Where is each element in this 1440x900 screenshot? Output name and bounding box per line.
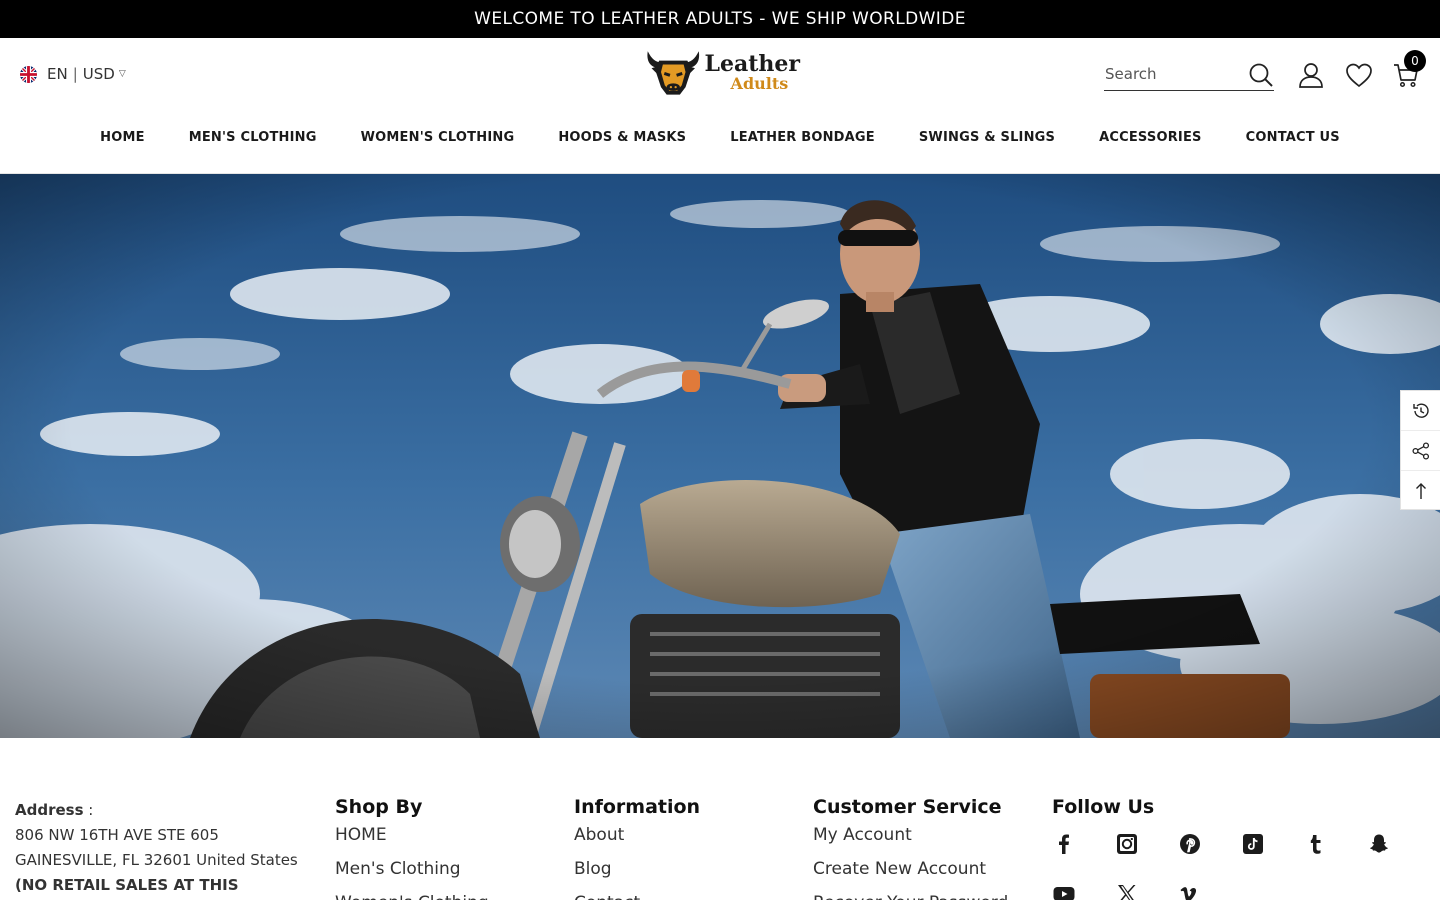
announcement-bar: WELCOME TO LEATHER ADULTS - WE SHIP WORL… [0,0,1440,38]
cart-count-badge: 0 [1404,50,1426,72]
address-label: Address [15,801,84,819]
language-label[interactable]: EN [47,65,68,83]
vimeo-icon[interactable] [1178,882,1202,900]
footer-shop-by: Shop By HOME Men's Clothing Women's Clot… [335,796,489,900]
nav-leather-bondage[interactable]: LEATHER BONDAGE [730,130,875,145]
bull-logo-icon [647,51,700,95]
instagram-icon[interactable] [1115,832,1139,856]
uk-flag-icon [20,65,37,83]
share-icon [1412,441,1430,460]
site-logo[interactable]: Leather Adults [644,43,800,101]
nav-swings-slings[interactable]: SWINGS & SLINGS [919,130,1055,145]
locale-separator: | [72,65,78,83]
snapchat-icon[interactable] [1367,832,1391,856]
footer-follow-us-title: Follow Us [1052,796,1155,818]
footer-follow-us: Follow Us [1052,796,1154,824]
back-to-top-icon [1416,483,1426,499]
facebook-icon[interactable] [1052,832,1076,856]
recently-viewed-icon [1413,403,1429,418]
footer-link-contact[interactable]: Contact [574,892,700,900]
recently-viewed-button[interactable] [1401,391,1440,431]
footer-shop-by-title: Shop By [335,796,423,818]
account-icon[interactable] [1297,61,1325,89]
nav-contact-us[interactable]: CONTACT US [1246,130,1340,145]
nav-accessories[interactable]: ACCESSORIES [1099,130,1202,145]
tumblr-icon[interactable] [1304,832,1328,856]
main-navigation: HOME MEN'S CLOTHING WOMEN'S CLOTHING HOO… [0,130,1440,145]
footer-link-mens-clothing[interactable]: Men's Clothing [335,858,489,892]
share-button[interactable] [1401,431,1440,471]
floating-toolbar [1400,390,1440,510]
locale-selector[interactable]: EN | USD ▽ [20,65,126,83]
footer-customer-service-title: Customer Service [813,796,1002,818]
back-to-top-button[interactable] [1401,471,1440,511]
footer-information: Information About Blog Contact [574,796,700,900]
pinterest-icon[interactable] [1178,832,1202,856]
announcement-text: WELCOME TO LEATHER ADULTS - WE SHIP WORL… [474,9,966,29]
address-colon: : [83,801,94,819]
footer-link-about[interactable]: About [574,824,700,858]
footer-link-womens-clothing[interactable]: Women's Clothing [335,892,489,900]
logo-line-1: Leather [704,50,800,77]
footer-customer-service: Customer Service My Account Create New A… [813,796,1008,900]
nav-home[interactable]: HOME [100,130,145,145]
hero-banner-image[interactable] [0,174,1440,738]
address-line-2: GAINESVILLE, FL 32601 United States [15,851,298,869]
address-line-3: (NO RETAIL SALES AT THIS [15,876,239,894]
tiktok-icon[interactable] [1241,832,1265,856]
footer-link-create-account[interactable]: Create New Account [813,858,1008,892]
site-footer: Address : 806 NW 16TH AVE STE 605 GAINES… [0,738,1440,900]
nav-hoods-masks[interactable]: HOODS & MASKS [558,130,686,145]
currency-label[interactable]: USD [83,65,115,83]
search-icon[interactable] [1248,62,1274,88]
nav-mens-clothing[interactable]: MEN'S CLOTHING [189,130,317,145]
hero-illustration [0,174,1440,738]
search-box [1104,60,1274,91]
footer-information-title: Information [574,796,701,818]
nav-womens-clothing[interactable]: WOMEN'S CLOTHING [361,130,515,145]
footer-link-home[interactable]: HOME [335,824,489,858]
wishlist-heart-icon[interactable] [1345,61,1373,89]
chevron-down-icon[interactable]: ▽ [119,69,126,79]
x-icon[interactable] [1115,882,1139,900]
logo-line-2: Adults [730,73,789,93]
footer-address: Address : 806 NW 16TH AVE STE 605 GAINES… [15,798,315,898]
footer-link-recover-password[interactable]: Recover Your Password [813,892,1008,900]
footer-link-blog[interactable]: Blog [574,858,700,892]
search-input[interactable] [1104,60,1234,88]
address-line-1: 806 NW 16TH AVE STE 605 [15,826,219,844]
youtube-icon[interactable] [1052,882,1076,900]
footer-link-my-account[interactable]: My Account [813,824,1008,858]
site-header: EN | USD ▽ Leather Adults Search 0 HOME … [0,38,1440,174]
